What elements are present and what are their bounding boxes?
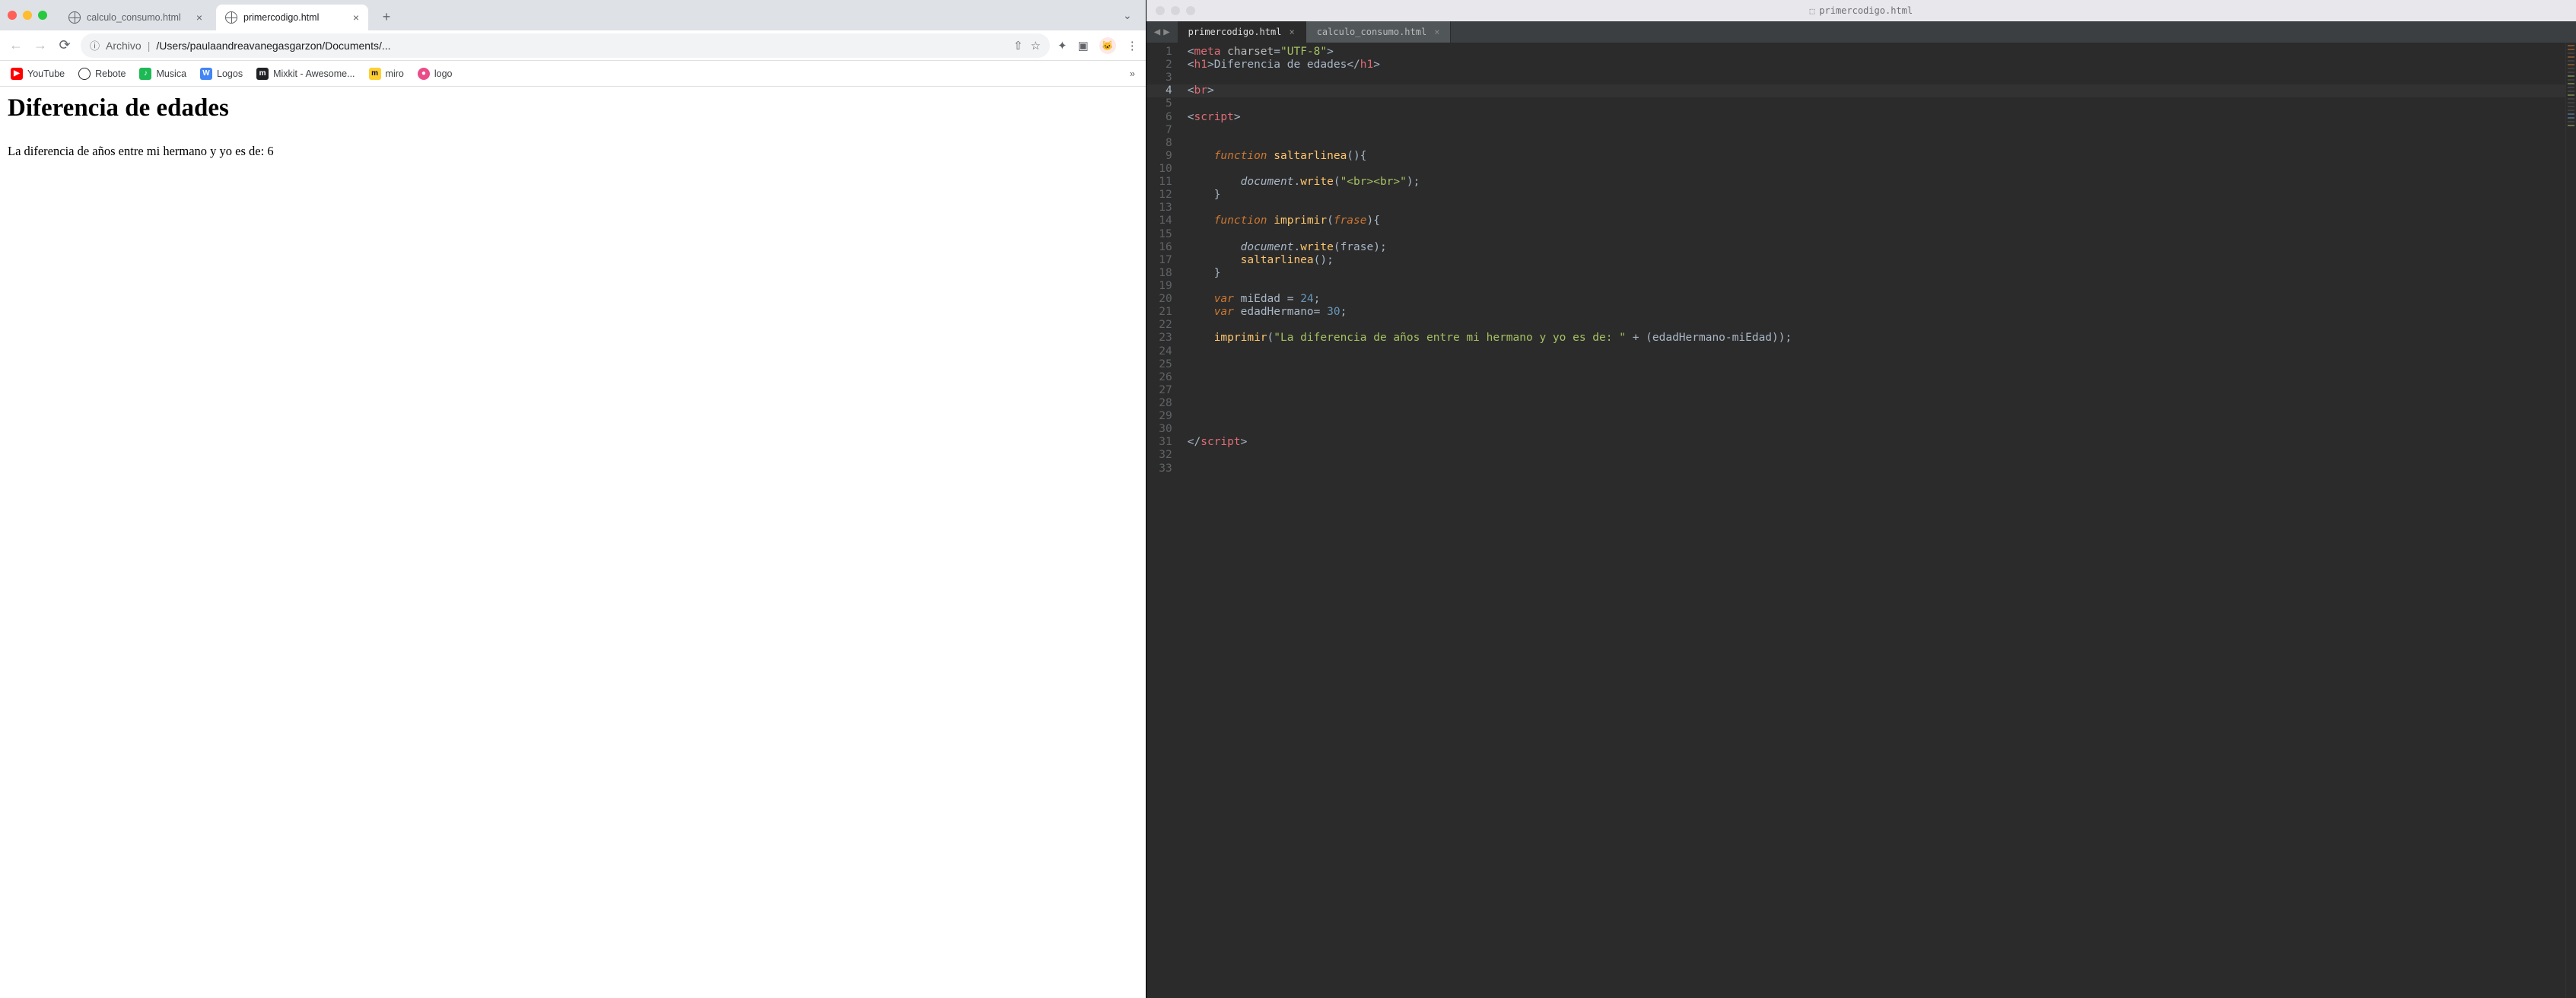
line-number-gutter: 1234567891011121314151617181920212223242… [1146,43,1180,998]
bookmark-mixkit[interactable]: m Mixkit - Awesome... [256,68,355,80]
share-icon[interactable]: ⇧ [1013,39,1023,52]
editor-tab-calculo-consumo[interactable]: calculo_consumo.html × [1306,21,1452,43]
globe-icon [225,11,237,24]
bookmark-label: YouTube [27,68,65,79]
mixkit-icon: m [256,68,269,80]
toolbar-right-icons: ✦ ▣ 🐱 ⋮ [1057,37,1138,54]
back-button[interactable]: ← [8,37,24,53]
bookmark-label: Rebote [95,68,126,79]
minimize-window-button[interactable] [1171,6,1180,15]
editor-toolbar: ◀ ▶ primercodigo.html × calculo_consumo.… [1146,21,2576,43]
maximize-window-button[interactable] [38,11,47,20]
bookmark-rebote[interactable]: Rebote [78,68,126,80]
code-editor-window: ⬚ primercodigo.html ◀ ▶ primercodigo.htm… [1146,0,2576,998]
separator: | [148,40,151,52]
bookmark-icon[interactable]: ☆ [1031,39,1041,52]
nav-back-button[interactable]: ◀ [1154,26,1160,38]
bookmarks-overflow-button[interactable]: » [1130,68,1135,79]
macos-traffic-lights [8,11,55,20]
close-window-button[interactable] [1156,6,1165,15]
bookmark-logo[interactable]: ● logo [418,68,453,80]
bookmark-label: Logos [217,68,243,79]
forward-button[interactable]: → [32,37,49,53]
github-icon [78,68,91,80]
page-heading: Diferencia de edades [8,94,1138,122]
bookmarks-bar: ▶ YouTube Rebote ♪ Musica W Logos m Mixk… [0,61,1146,87]
profile-avatar[interactable]: 🐱 [1099,37,1116,54]
browser-tab-primercodigo[interactable]: primercodigo.html × [216,5,368,30]
close-tab-button[interactable]: × [1289,27,1294,37]
spotify-icon: ♪ [139,68,151,80]
tab-title: calculo_consumo.html [87,12,181,23]
bookmark-youtube[interactable]: ▶ YouTube [11,68,65,80]
editor-body: 1234567891011121314151617181920212223242… [1146,43,2576,998]
maximize-window-button[interactable] [1186,6,1195,15]
page-body-text: La diferencia de años entre mi hermano y… [8,144,1138,159]
browser-tabbar: calculo_consumo.html × primercodigo.html… [0,0,1146,30]
code-area[interactable]: <meta charset="UTF-8"><h1>Diferencia de … [1180,43,2565,998]
new-tab-button[interactable]: + [376,6,397,27]
bookmark-musica[interactable]: ♪ Musica [139,68,186,80]
miro-icon: m [369,68,381,80]
browser-tab-calculo-consumo[interactable]: calculo_consumo.html × [59,5,211,30]
globe-icon [68,11,81,24]
editor-tab-title: primercodigo.html [1188,27,1282,37]
bookmark-logos[interactable]: W Logos [200,68,243,80]
bookmark-label: logo [434,68,453,79]
url-path: /Users/paulaandreavanegasgarzon/Document… [156,40,1007,52]
youtube-icon: ▶ [11,68,23,80]
editor-tab-title: calculo_consumo.html [1317,27,1427,37]
protocol-label: Archivo [106,40,142,52]
chrome-menu-button[interactable]: ⋮ [1127,39,1138,52]
editor-nav-arrows: ◀ ▶ [1146,26,1178,38]
chrome-browser-window: calculo_consumo.html × primercodigo.html… [0,0,1146,998]
bookmark-label: Musica [156,68,186,79]
editor-tabs: primercodigo.html × calculo_consumo.html… [1178,21,1452,43]
editor-window-title: primercodigo.html [1819,5,1913,16]
minimap[interactable] [2565,43,2576,998]
browser-toolbar: ← → ⟳ ⓘ Archivo | /Users/paulaandreavane… [0,30,1146,61]
nav-forward-button[interactable]: ▶ [1163,26,1169,38]
file-icon: ⬚ [1810,6,1815,16]
bookmark-miro[interactable]: m miro [369,68,404,80]
editor-titlebar: ⬚ primercodigo.html [1146,0,2576,21]
close-window-button[interactable] [8,11,17,20]
tabs-dropdown-button[interactable]: ⌄ [1117,6,1138,25]
rendered-page: Diferencia de edades La diferencia de añ… [0,87,1146,998]
w-icon: W [200,68,212,80]
reload-button[interactable]: ⟳ [56,37,73,53]
close-tab-button[interactable]: × [1434,27,1439,37]
bookmark-label: Mixkit - Awesome... [273,68,355,79]
close-tab-button[interactable]: × [353,11,359,24]
dribbble-icon: ● [418,68,430,80]
extensions-icon[interactable]: ✦ [1057,39,1067,52]
close-tab-button[interactable]: × [196,11,202,24]
tab-title: primercodigo.html [243,12,319,23]
info-icon: ⓘ [90,38,100,52]
bookmark-label: miro [386,68,404,79]
side-panel-icon[interactable]: ▣ [1078,39,1089,52]
address-bar[interactable]: ⓘ Archivo | /Users/paulaandreavanegasgar… [81,33,1050,58]
editor-traffic-lights [1156,6,1195,15]
editor-tab-primercodigo[interactable]: primercodigo.html × [1178,21,1306,43]
minimize-window-button[interactable] [23,11,32,20]
